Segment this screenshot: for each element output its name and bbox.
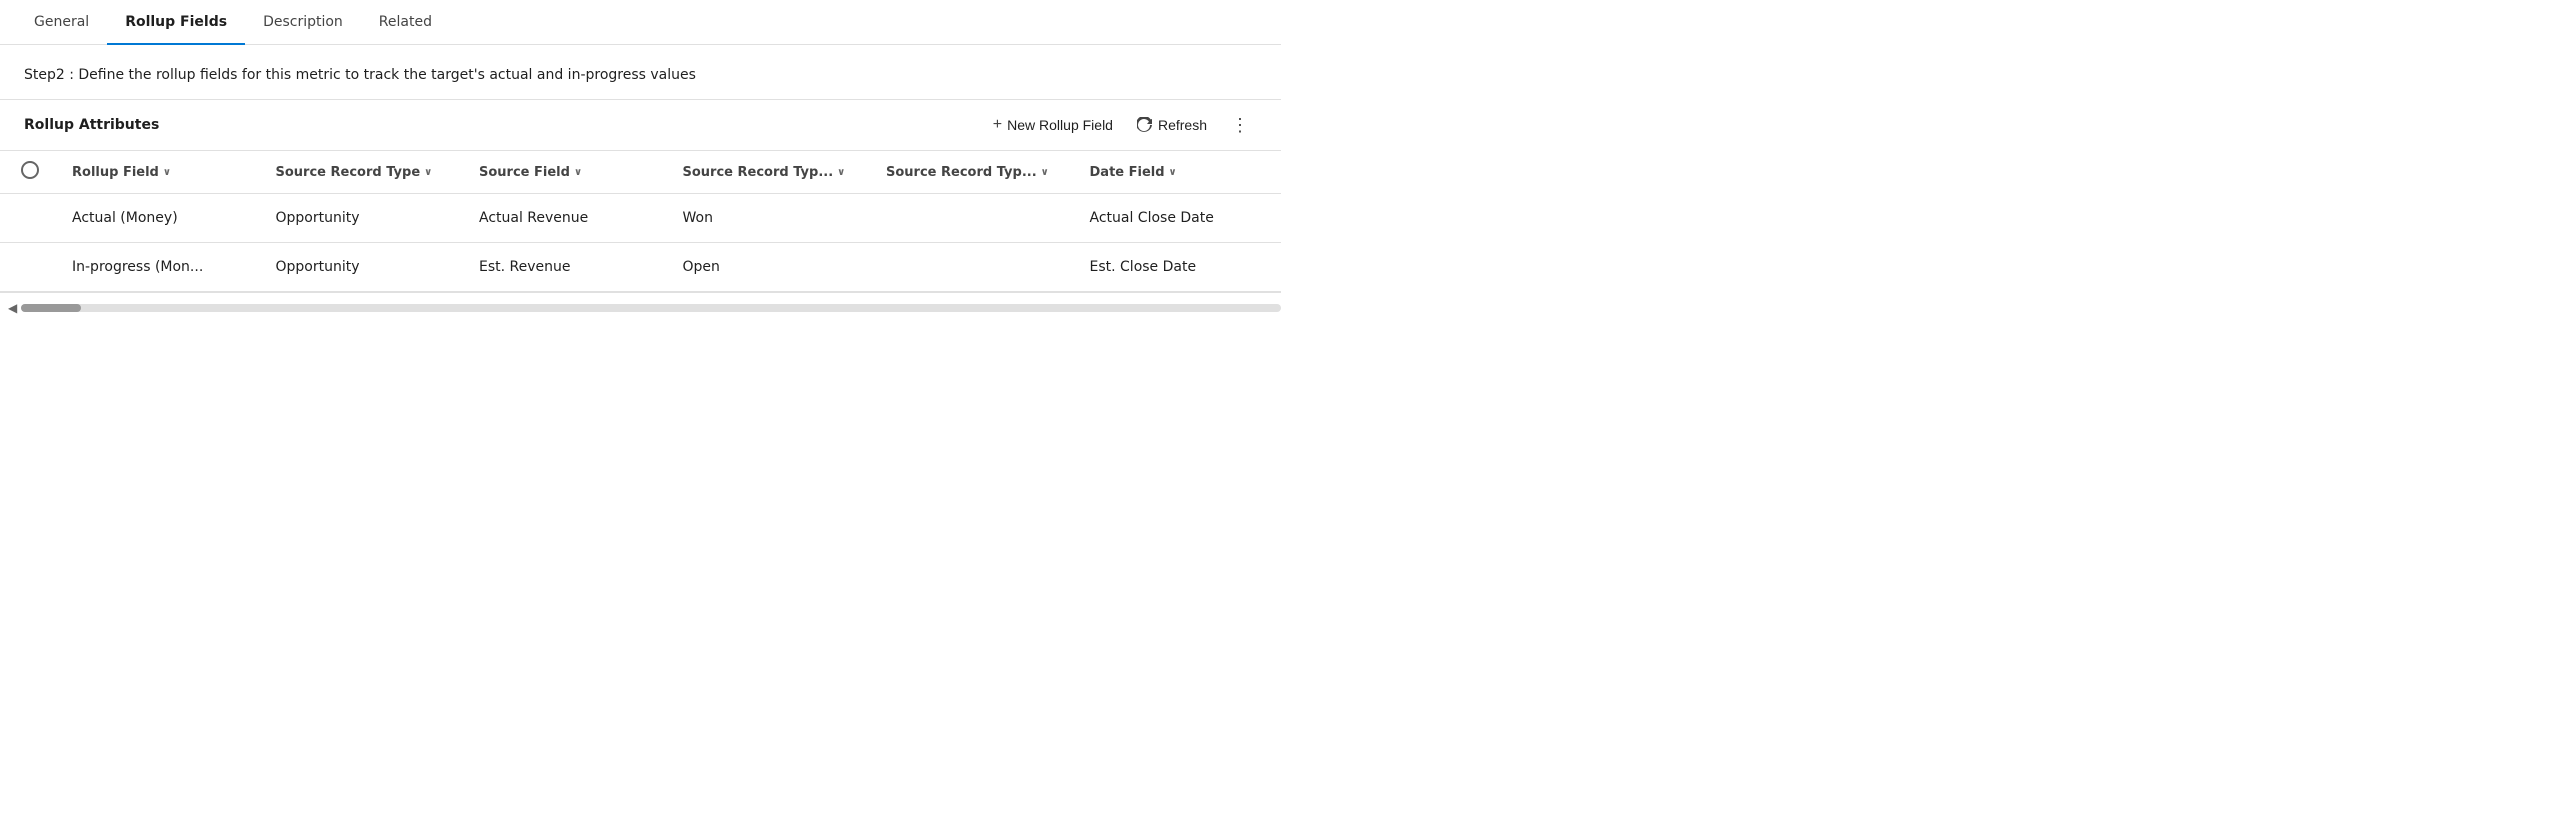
- new-rollup-field-button[interactable]: + New Rollup Field: [985, 112, 1121, 138]
- chevron-down-icon: ∨: [837, 167, 845, 178]
- col-rollup-field[interactable]: Rollup Field ∨: [60, 151, 264, 194]
- cell-source-field: Est. Revenue: [467, 243, 671, 292]
- row-select-cell: [0, 194, 60, 243]
- horizontal-scrollbar: ◀: [0, 292, 1281, 323]
- cell-rollup-field: In-progress (Mon...: [60, 243, 264, 292]
- cell-source-record-typ2: Won: [671, 194, 875, 243]
- section-header: Rollup Attributes + New Rollup Field Ref…: [0, 100, 1281, 151]
- cell-source-record-typ3: [874, 243, 1078, 292]
- step-description: Step2 : Define the rollup fields for thi…: [0, 45, 1281, 100]
- col-source-field[interactable]: Source Field ∨: [467, 151, 671, 194]
- cell-date-field: Actual Close Date: [1078, 194, 1282, 243]
- tab-description[interactable]: Description: [245, 0, 361, 44]
- table-row[interactable]: Actual (Money) Opportunity Actual Revenu…: [0, 194, 1281, 243]
- chevron-down-icon: ∨: [574, 167, 582, 178]
- cell-date-field: Est. Close Date: [1078, 243, 1282, 292]
- cell-source-record-type: Opportunity: [264, 194, 468, 243]
- scroll-thumb[interactable]: [21, 304, 81, 312]
- col-source-record-typ3[interactable]: Source Record Typ... ∨: [874, 151, 1078, 194]
- col-source-record-type[interactable]: Source Record Type ∨: [264, 151, 468, 194]
- chevron-down-icon: ∨: [1041, 167, 1049, 178]
- chevron-down-icon: ∨: [424, 167, 432, 178]
- col-source-record-typ2[interactable]: Source Record Typ... ∨: [671, 151, 875, 194]
- tab-general[interactable]: General: [16, 0, 107, 44]
- header-actions: + New Rollup Field Refresh ⋮: [985, 112, 1257, 138]
- cell-rollup-field: Actual (Money): [60, 194, 264, 243]
- cell-source-record-type: Opportunity: [264, 243, 468, 292]
- cell-source-field: Actual Revenue: [467, 194, 671, 243]
- col-select: [0, 151, 60, 194]
- section-title: Rollup Attributes: [24, 117, 985, 133]
- tab-related[interactable]: Related: [361, 0, 450, 44]
- scroll-left-arrow[interactable]: ◀: [8, 301, 17, 315]
- more-options-button[interactable]: ⋮: [1223, 112, 1257, 138]
- refresh-button[interactable]: Refresh: [1129, 113, 1215, 137]
- chevron-down-icon: ∨: [1169, 167, 1177, 178]
- rollup-table: Rollup Field ∨ Source Record Type ∨ Sour…: [0, 151, 1281, 292]
- cell-source-record-typ3: [874, 194, 1078, 243]
- tab-bar: General Rollup Fields Description Relate…: [0, 0, 1281, 45]
- cell-source-record-typ2: Open: [671, 243, 875, 292]
- refresh-icon: [1137, 117, 1153, 133]
- chevron-down-icon: ∨: [163, 167, 171, 178]
- table-row[interactable]: In-progress (Mon... Opportunity Est. Rev…: [0, 243, 1281, 292]
- plus-icon: +: [993, 116, 1002, 134]
- row-select-cell: [0, 243, 60, 292]
- scroll-track[interactable]: [21, 304, 1281, 312]
- table-header-row: Rollup Field ∨ Source Record Type ∨ Sour…: [0, 151, 1281, 194]
- main-content: Step2 : Define the rollup fields for thi…: [0, 45, 1281, 323]
- select-all-radio[interactable]: [21, 161, 39, 179]
- col-date-field[interactable]: Date Field ∨: [1078, 151, 1282, 194]
- tab-rollup-fields[interactable]: Rollup Fields: [107, 0, 245, 44]
